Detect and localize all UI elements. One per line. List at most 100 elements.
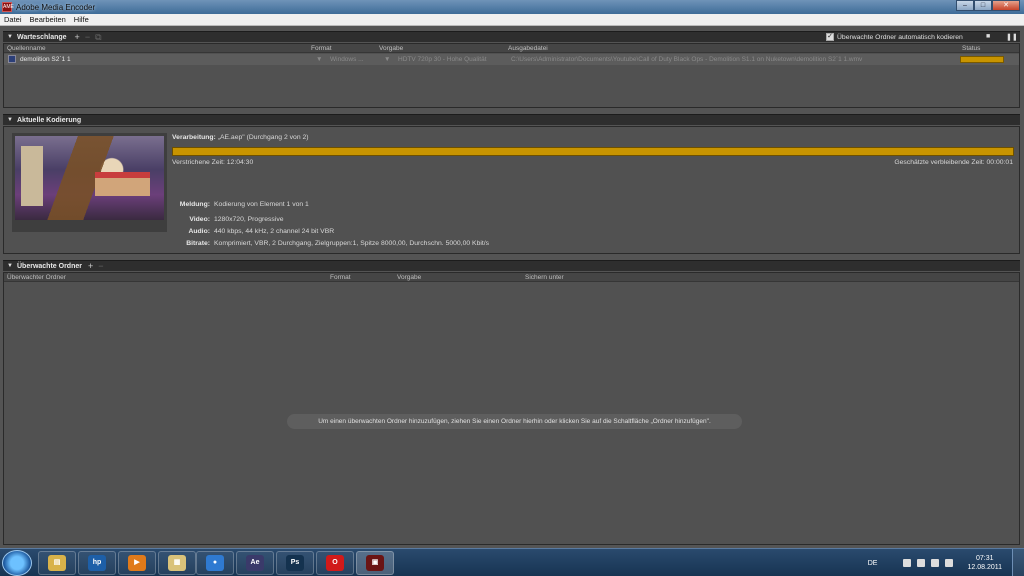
collapse-triangle-icon[interactable]: ▼ [7,117,15,123]
col-watch-format[interactable]: Format [330,274,351,281]
start-button-windows-icon[interactable] [2,550,32,576]
queue-column-headers: Quellenname Format Vorgabe Ausgabedatei … [4,44,1019,53]
minimize-button[interactable]: – [956,0,974,11]
watch-column-headers: Überwachter Ordner Format Vorgabe Sicher… [4,273,1019,282]
taskbar-app-button[interactable]: ● [196,551,234,575]
stop-queue-button[interactable]: ■ [986,33,990,40]
taskbar-app-button[interactable]: O [316,551,354,575]
browser-globe-icon: ● [206,555,224,571]
queue-title: Warteschlange [17,33,67,41]
system-tray: DE 07:31 12.08.2011 [868,549,1024,576]
explorer-icon: ▤ [48,555,66,571]
col-status[interactable]: Status [962,45,980,52]
auto-encode-checkbox[interactable]: ✓ [826,33,834,41]
volume-icon[interactable] [945,559,954,567]
folder-icon: ▦ [168,555,186,571]
add-folder-button[interactable]: + [88,261,93,271]
processing-label: Verarbeitung: [172,134,216,141]
audio-value: 440 kbps, 44 kHz, 2 channel 24 bit VBR [214,228,335,235]
processing-value: „AE.aep" (Durchgang 2 von 2) [217,134,309,141]
current-encoding-header: ▼ Aktuelle Kodierung [3,114,1020,125]
encoding-progress-bar [172,147,1014,156]
audio-label: Audio: [188,228,210,235]
col-preset[interactable]: Vorgabe [379,45,403,52]
language-indicator[interactable]: DE [868,560,878,567]
queue-panel: Quellenname Format Vorgabe Ausgabedatei … [3,43,1020,108]
message-label: Meldung: [179,201,210,208]
menu-hilfe[interactable]: Hilfe [70,15,93,24]
menu-datei[interactable]: Datei [0,15,26,24]
queue-source-name: demolition S2`1 1 [20,56,71,63]
col-format[interactable]: Format [311,45,332,52]
taskbar-app-button[interactable]: Ae [236,551,274,575]
watch-folder-hint: Um einen überwachten Ordner hinzuzufügen… [287,414,742,429]
close-button[interactable]: ✕ [992,0,1020,11]
queue-format-dropdown-arrow-icon[interactable]: ▼ [316,56,322,63]
pause-queue-button[interactable]: ❚❚ [1006,33,1018,41]
clock-time: 07:31 [975,555,994,562]
col-watched-folder[interactable]: Überwachter Ordner [7,274,66,281]
add-item-button[interactable]: + [75,32,80,42]
maximize-button[interactable]: □ [974,0,992,11]
queue-output-file[interactable]: C:\Users\Administrator\Documents\Youtube… [511,56,956,63]
video-value: 1280x720, Progressive [214,216,284,223]
video-label: Video: [189,216,210,223]
queue-status-progress [960,56,1004,63]
queue-preset[interactable]: HDTV 720p 30 - Hohe Qualität [398,56,487,63]
taskbar-app-button[interactable]: hp [78,551,116,575]
photoshop-icon: Ps [286,555,304,571]
ae-file-icon [8,55,16,63]
queue-panel-header: ▼ Warteschlange + − ⧉ ✓ Überwachte Ordne… [3,31,1020,42]
collapse-triangle-icon[interactable]: ▼ [7,263,15,269]
video-preview-thumbnail [12,133,167,232]
elapsed-time: Verstrichene Zeit: 12:04:30 [172,159,254,166]
remaining-time: Geschätzte verbleibende Zeit: 00:00:01 [894,159,1013,166]
media-encoder-app-icon: AME [2,2,14,12]
clock[interactable]: 07:31 12.08.2011 [967,554,1002,572]
watch-folders-header: ▼ Überwachte Ordner + − [3,260,1020,271]
title-bar: AME Adobe Media Encoder – □ ✕ [0,0,1024,14]
bitrate-value: Komprimiert, VBR, 2 Durchgang, Zielgrupp… [214,240,490,247]
preview-building [21,146,43,206]
flag-icon[interactable] [903,559,912,567]
auto-encode-label: Überwachte Ordner automatisch kodieren [837,34,963,41]
queue-row[interactable]: demolition S2`1 1 ▼ Windows ... ▼ HDTV 7… [4,54,1019,65]
hp-icon: hp [88,555,106,571]
queue-format[interactable]: Windows ... [330,56,364,63]
window-title: Adobe Media Encoder [16,2,96,12]
taskbar-app-button[interactable]: ▤ [38,551,76,575]
current-encoding-title: Aktuelle Kodierung [17,116,82,124]
processing-line: Verarbeitung: „AE.aep" (Durchgang 2 von … [172,134,309,141]
collapse-triangle-icon[interactable]: ▼ [7,34,15,40]
col-output-file[interactable]: Ausgabedatei [508,45,548,52]
col-save-to[interactable]: Sichern unter [525,274,564,281]
media-player-icon: ▶ [128,555,146,571]
menu-bearbeiten[interactable]: Bearbeiten [26,15,70,24]
col-watch-preset[interactable]: Vorgabe [397,274,421,281]
bitrate-label: Bitrate: [186,240,210,247]
media-encoder-icon: ▣ [366,555,384,571]
col-source-name[interactable]: Quellenname [7,45,46,52]
menu-bar: Datei Bearbeiten Hilfe [0,14,1024,26]
clock-date: 12.08.2011 [967,564,1002,571]
preview-image [15,136,164,220]
current-encoding-panel: Verarbeitung: „AE.aep" (Durchgang 2 von … [3,126,1020,254]
taskbar-app-button[interactable]: ▣ [356,551,394,575]
taskbar: ▤ hp ▶ ▦ ● Ae Ps O ▣ DE 07:31 12.08.2011 [0,548,1024,576]
preview-truck [95,172,150,196]
queue-preset-dropdown-arrow-icon[interactable]: ▼ [384,56,390,63]
taskbar-app-button[interactable]: ▦ [158,551,196,575]
show-desktop-button[interactable] [1012,549,1024,576]
watch-folders-panel: Überwachter Ordner Format Vorgabe Sicher… [3,272,1020,545]
watch-folders-title: Überwachte Ordner [17,262,82,270]
taskbar-app-button[interactable]: Ps [276,551,314,575]
message-value: Kodierung von Element 1 von 1 [214,201,309,208]
signal-bars-icon[interactable] [931,559,940,567]
network-icon[interactable] [917,559,926,567]
window-controls: – □ ✕ [956,0,1020,11]
opera-icon: O [326,555,344,571]
duplicate-item-button[interactable]: ⧉ [95,32,101,42]
remove-item-button[interactable]: − [85,32,90,42]
taskbar-app-button[interactable]: ▶ [118,551,156,575]
remove-folder-button[interactable]: − [98,261,103,271]
